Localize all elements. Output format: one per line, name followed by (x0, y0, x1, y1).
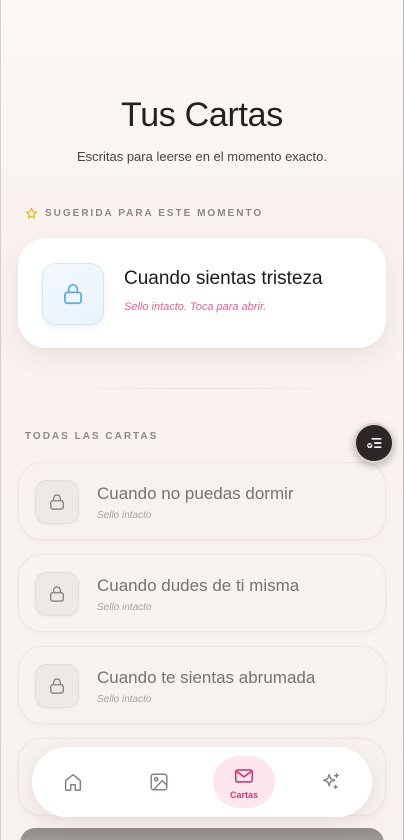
letter-card[interactable]: Cuando dudes de ti misma Sello intacto (18, 554, 386, 632)
mail-icon (234, 768, 254, 783)
gallery-icon (150, 773, 168, 791)
lock-icon (64, 283, 82, 305)
featured-lock-badge (42, 263, 104, 325)
section-divider (40, 388, 364, 389)
filter-fab-button[interactable] (354, 423, 394, 463)
letter-title: Cuando te sientas abrumada (97, 668, 316, 687)
featured-letter-status: Sello intacto. Toca para abrir. (124, 301, 267, 313)
letter-lock-badge (35, 572, 79, 616)
all-letters-section-label: TODAS LAS CARTAS (25, 431, 158, 442)
suggested-section-text: SUGERIDA PARA ESTE MOMENTO (45, 208, 264, 219)
letter-card[interactable]: Cuando no puedas dormir Sello intacto (18, 462, 386, 540)
page-subtitle: Escritas para leerse en el momento exact… (76, 149, 327, 164)
page-title: Tus Cartas (120, 96, 283, 134)
bottom-nav: Cartas (32, 747, 372, 817)
nav-item-cartas-label: Cartas (229, 789, 258, 800)
bottom-sheet-handle (20, 828, 384, 840)
all-letters-section-text: TODAS LAS CARTAS (25, 431, 159, 442)
lock-icon (50, 494, 64, 510)
letter-status: Sello intacto (97, 510, 152, 521)
nav-item-cartas[interactable]: Cartas (213, 756, 275, 808)
lock-icon (50, 586, 64, 602)
nav-item-sparkles[interactable] (300, 756, 362, 808)
letter-status: Sello intacto (97, 694, 152, 705)
letter-card[interactable]: Cuando te sientas abrumada Sello intacto (18, 646, 386, 724)
star-icon (25, 207, 38, 219)
letter-lock-badge (35, 664, 79, 708)
letter-title: Cuando no puedas dormir (97, 484, 294, 503)
filter-list-icon (367, 438, 382, 449)
featured-letter-card[interactable]: Cuando sientas tristeza Sello intacto. T… (18, 238, 386, 348)
letter-lock-badge (35, 480, 79, 524)
nav-item-gallery[interactable] (128, 756, 190, 808)
lock-icon (50, 678, 64, 694)
letter-status: Sello intacto (97, 602, 152, 613)
nav-item-home[interactable] (42, 756, 104, 808)
sparkles-icon (322, 773, 340, 790)
suggested-section-label: SUGERIDA PARA ESTE MOMENTO (25, 207, 263, 220)
home-icon (64, 773, 82, 791)
letter-title: Cuando dudes de ti misma (97, 576, 300, 595)
featured-letter-title: Cuando sientas tristeza (124, 268, 323, 289)
